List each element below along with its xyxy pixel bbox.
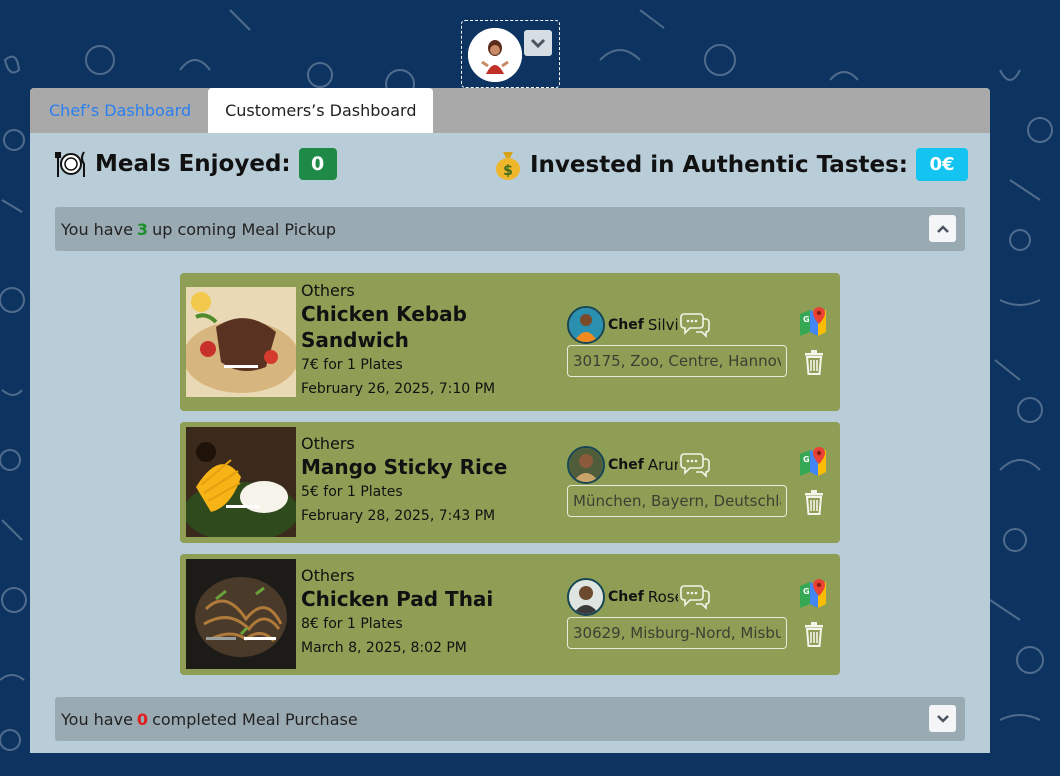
pickup-address-field[interactable] [567, 345, 787, 377]
tab-chefs-dashboard[interactable]: Chef’s Dashboard [32, 88, 208, 133]
meal-price: 8€ for 1 Plates [301, 616, 403, 632]
chef-avatar[interactable] [567, 446, 605, 484]
dashboard-tabs: Chef’s Dashboard Customers’s Dashboard [30, 88, 990, 133]
svg-text:$: $ [503, 163, 513, 179]
chef-avatar[interactable] [567, 578, 605, 616]
chat-bubble-icon [680, 585, 710, 610]
trash-icon [805, 490, 823, 515]
google-maps-button[interactable]: G [798, 578, 828, 608]
chevron-up-icon [936, 224, 949, 233]
chevron-down-icon [530, 38, 546, 49]
google-maps-button[interactable]: G [798, 446, 828, 476]
chef-prefix: Chef [608, 589, 644, 605]
mango-sticky-rice-image [186, 427, 296, 537]
profile-dropdown-toggle[interactable] [524, 30, 552, 56]
chef-avatar[interactable] [567, 306, 605, 344]
chef-info: Chef Arun [567, 446, 710, 484]
stats-row: Meals Enjoyed: 0 $ Invested in Authentic… [55, 148, 968, 184]
upcoming-collapse-button[interactable] [929, 215, 956, 242]
chef-avatar-icon [569, 580, 603, 614]
meal-price: 7€ for 1 Plates [301, 357, 403, 373]
completed-prefix: You have [61, 709, 133, 729]
delete-button[interactable] [803, 349, 825, 375]
meal-image [186, 427, 296, 537]
chat-bubble-icon [680, 313, 710, 338]
plate-cutlery-icon [55, 151, 85, 177]
meal-category: Others [301, 281, 355, 300]
meal-category: Others [301, 434, 355, 453]
meal-info: Others Mango Sticky Rice 5€ for 1 Plates… [301, 434, 551, 528]
dashboard-panel: Chef’s Dashboard Customers’s Dashboard M… [30, 88, 990, 753]
meal-card: Others Chicken Kebab Sandwich 7€ for 1 P… [180, 273, 840, 411]
user-avatar[interactable] [468, 28, 522, 82]
meal-name: Chicken Pad Thai [301, 587, 494, 611]
pad-thai-image [186, 559, 296, 669]
meal-info: Others Chicken Pad Thai 8€ for 1 Plates … [301, 566, 551, 660]
pickup-address-field[interactable] [567, 617, 787, 649]
trash-icon [805, 622, 823, 647]
chef-info: Chef Rose [567, 578, 710, 616]
delete-button[interactable] [803, 621, 825, 647]
upcoming-prefix: You have [61, 219, 133, 239]
trash-icon [805, 350, 823, 375]
chef-avatar-icon [569, 308, 603, 342]
meal-info: Others Chicken Kebab Sandwich 7€ for 1 P… [301, 281, 551, 401]
kebab-sandwich-image [186, 287, 296, 397]
meal-card: Others Mango Sticky Rice 5€ for 1 Plates… [180, 422, 840, 543]
invested-label: Invested in Authentic Tastes: [530, 151, 908, 178]
profile-menu[interactable] [461, 20, 560, 88]
meal-pickup-date: February 26, 2025, 7:10 PM [301, 381, 496, 397]
delete-button[interactable] [803, 489, 825, 515]
google-maps-icon: G [800, 307, 826, 336]
meal-name: Chicken Kebab Sandwich [301, 302, 467, 352]
chef-prefix: Chef [608, 457, 644, 473]
invested-amount: 0€ [916, 148, 968, 181]
svg-text:G: G [803, 587, 810, 596]
svg-text:G: G [803, 455, 810, 464]
completed-expand-button[interactable] [929, 705, 956, 732]
chef-name: Arun [647, 456, 678, 474]
meal-price: 5€ for 1 Plates [301, 484, 403, 500]
chat-icon[interactable] [680, 584, 710, 610]
meal-name: Mango Sticky Rice [301, 455, 508, 479]
completed-suffix: completed Meal Purchase [152, 709, 358, 729]
chat-icon[interactable] [680, 452, 710, 478]
chef-name: Rose [647, 588, 678, 606]
chevron-down-icon [936, 714, 949, 723]
meals-enjoyed-count: 0 [298, 148, 337, 180]
chef-prefix: Chef [608, 317, 644, 333]
meal-image [186, 287, 296, 397]
pickup-address-field[interactable] [567, 485, 787, 517]
tab-customers-dashboard[interactable]: Customers’s Dashboard [208, 88, 434, 133]
google-maps-button[interactable]: G [798, 306, 828, 336]
completed-purchases-header[interactable]: You have 0 completed Meal Purchase [55, 697, 965, 741]
meal-pickup-date: February 28, 2025, 7:43 PM [301, 508, 496, 524]
money-bag-icon: $ [496, 151, 520, 180]
chat-icon[interactable] [680, 312, 710, 338]
svg-text:G: G [803, 315, 810, 324]
meal-image [186, 559, 296, 669]
chef-info: Chef Silvi [567, 306, 710, 344]
chat-bubble-icon [680, 453, 710, 478]
google-maps-icon: G [800, 579, 826, 608]
meal-card: Others Chicken Pad Thai 8€ for 1 Plates … [180, 554, 840, 675]
upcoming-suffix: up coming Meal Pickup [152, 219, 337, 239]
meal-category: Others [301, 566, 355, 585]
invested-stat: $ Invested in Authentic Tastes: 0€ [494, 148, 968, 181]
meals-enjoyed-stat: Meals Enjoyed: 0 [55, 148, 337, 180]
chef-name: Silvi [647, 316, 678, 334]
meal-pickup-date: March 8, 2025, 8:02 PM [301, 640, 467, 656]
google-maps-icon: G [800, 447, 826, 476]
chef-avatar-icon [569, 448, 603, 482]
completed-count: 0 [136, 709, 149, 729]
meals-enjoyed-label: Meals Enjoyed: [95, 151, 291, 177]
user-avatar-icon [468, 28, 522, 82]
upcoming-count: 3 [136, 219, 149, 239]
upcoming-pickups-header[interactable]: You have 3 up coming Meal Pickup [55, 207, 965, 251]
